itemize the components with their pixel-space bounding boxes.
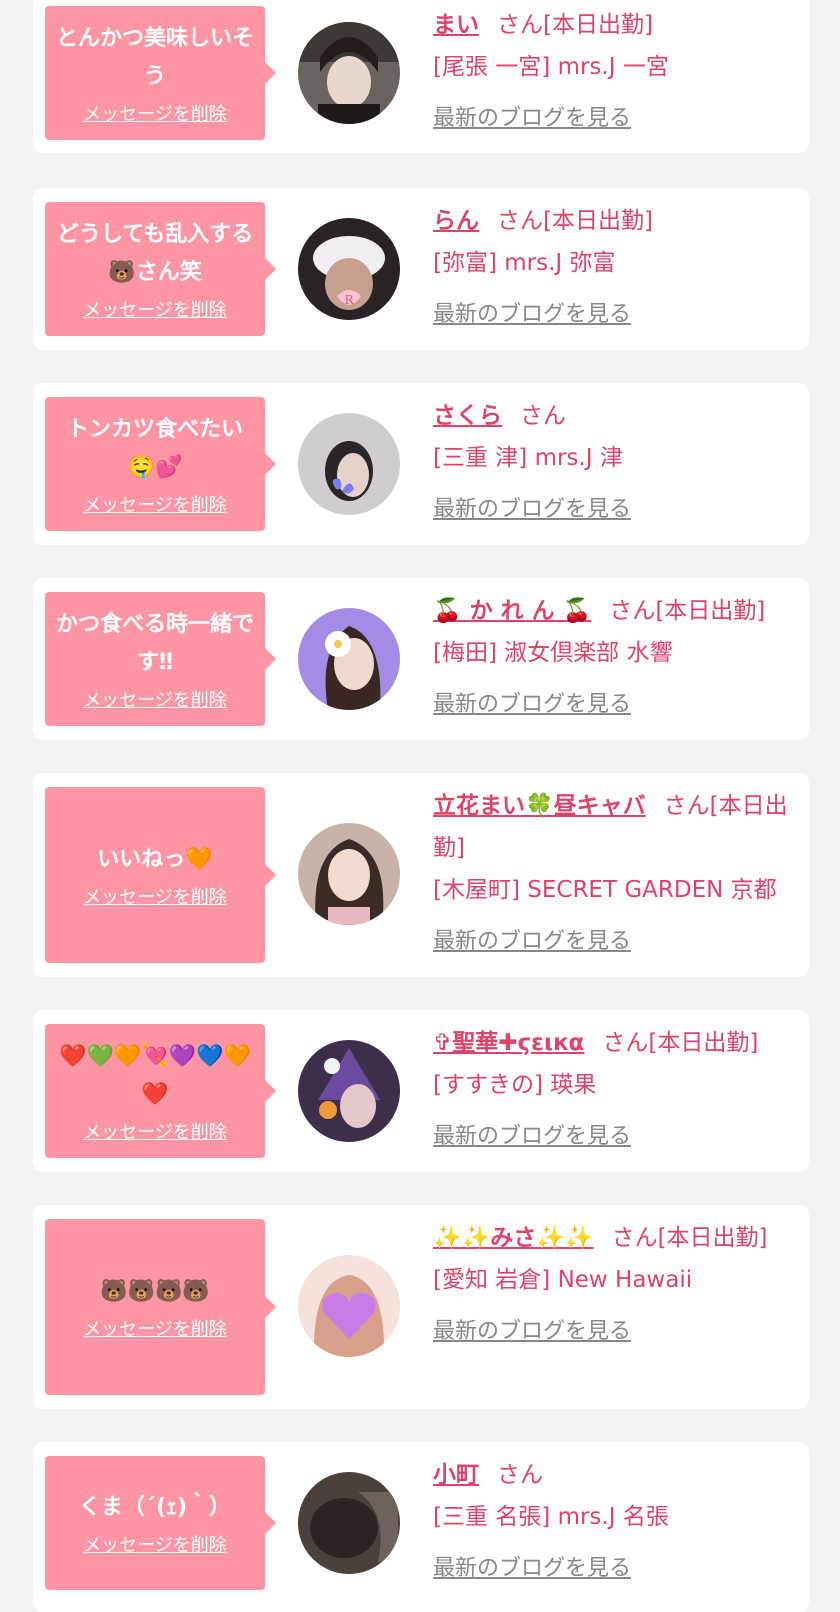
store-info: [三重 名張] mrs.J 名張 [433,1504,669,1530]
message-card: かつ食べる時一緒です‼ メッセージを削除 🍒 か れ ん 🍒 さん[本日出勤] [… [33,578,809,740]
avatar[interactable] [298,1255,400,1357]
honorific-status: さん[本日出勤] [611,1225,768,1251]
message-bubble: 🐻🐻🐻🐻 メッセージを削除 [45,1219,276,1395]
profile-name-link[interactable]: 小町 [433,1462,479,1488]
honorific-status: さん[本日出勤] [602,1030,759,1056]
honorific-status: さん[本日出勤] [609,598,766,624]
honorific-status: さん [497,1462,543,1488]
message-card: くま（´(ｪ)｀） メッセージを削除 小町 さん [三重 名張] mrs.J 名張… [33,1442,809,1612]
profile-name-link[interactable]: 立花まい🍀昼キャバ [433,793,646,819]
profile-info: さくら さん [三重 津] mrs.J 津 最新のブログを見る [433,395,797,531]
message-card: 🐻🐻🐻🐻 メッセージを削除 ✨✨みさ✨✨ さん[本日出勤] [愛知 岩倉] New… [33,1205,809,1409]
honorific-status: さん[本日出勤] [497,208,653,234]
latest-blog-link[interactable]: 最新のブログを見る [433,1548,631,1590]
message-text: とんかつ美味しいそう [55,26,254,89]
avatar[interactable] [298,1472,400,1574]
latest-blog-link[interactable]: 最新のブログを見る [433,684,631,726]
message-card: ❤️💚🧡💘💜💙🧡❤️ メッセージを削除 ✞聖華✚ϛειкα さん[本日出勤] [す… [33,1010,809,1172]
message-bubble: ❤️💚🧡💘💜💙🧡❤️ メッセージを削除 [45,1024,276,1158]
message-bubble: どうしても乱入する🐻さん笑 メッセージを削除 [45,202,276,336]
message-card: どうしても乱入する🐻さん笑 メッセージを削除 R らん さん[本日出勤] [弥富]… [33,188,809,350]
store-info: [尾張 一宮] mrs.J 一宮 [433,54,669,80]
message-text: いいねっ🧡 [97,847,213,872]
message-card: トンカツ食べたい 🤤💕 メッセージを削除 さくら さん [三重 津] mrs.J … [33,383,809,545]
store-info: [愛知 岩倉] New Hawaii [433,1267,693,1293]
profile-info: ✨✨みさ✨✨ さん[本日出勤] [愛知 岩倉] New Hawaii 最新のブログ… [433,1217,797,1353]
delete-message-link[interactable]: メッセージを削除 [83,1315,227,1341]
delete-message-link[interactable]: メッセージを削除 [83,686,227,712]
delete-message-link[interactable]: メッセージを削除 [83,1531,227,1557]
profile-info: 小町 さん [三重 名張] mrs.J 名張 最新のブログを見る [433,1454,797,1590]
latest-blog-link[interactable]: 最新のブログを見る [433,1311,631,1353]
profile-info: らん さん[本日出勤] [弥富] mrs.J 弥富 最新のブログを見る [433,200,797,336]
message-text: かつ食べる時一緒です‼ [55,612,254,675]
latest-blog-link[interactable]: 最新のブログを見る [433,921,631,963]
latest-blog-link[interactable]: 最新のブログを見る [433,489,631,531]
avatar[interactable] [298,608,400,710]
profile-name-link[interactable]: さくら [433,403,502,429]
avatar[interactable] [298,22,400,124]
profile-name-link[interactable]: らん [433,208,479,234]
store-info: [梅田] 淑女倶楽部 水響 [433,640,673,666]
message-card: とんかつ美味しいそう メッセージを削除 まい さん[本日出勤] [尾張 一宮] m… [33,0,809,153]
message-text: トンカツ食べたい 🤤💕 [66,417,243,480]
message-bubble: トンカツ食べたい 🤤💕 メッセージを削除 [45,397,276,531]
store-info: [木屋町] SECRET GARDEN 京都 [433,877,777,903]
delete-message-link[interactable]: メッセージを削除 [83,100,227,126]
profile-name-link[interactable]: ✨✨みさ✨✨ [433,1225,594,1251]
avatar[interactable] [298,413,400,515]
delete-message-link[interactable]: メッセージを削除 [83,883,227,909]
message-bubble: いいねっ🧡 メッセージを削除 [45,787,276,963]
message-card: いいねっ🧡 メッセージを削除 立花まい🍀昼キャバ さん[本日出勤] [木屋町] S… [33,773,809,977]
store-info: [三重 津] mrs.J 津 [433,445,623,471]
latest-blog-link[interactable]: 最新のブログを見る [433,294,631,336]
honorific-status: さん[本日出勤] [497,12,653,38]
delete-message-link[interactable]: メッセージを削除 [83,491,227,517]
profile-name-link[interactable]: 🍒 か れ ん 🍒 [433,598,591,624]
avatar[interactable]: R [298,218,400,320]
delete-message-link[interactable]: メッセージを削除 [83,296,227,322]
honorific-status: さん [520,403,566,429]
avatar[interactable] [298,823,400,925]
store-info: [弥富] mrs.J 弥富 [433,250,616,276]
message-bubble: とんかつ美味しいそう メッセージを削除 [45,6,276,140]
profile-info: ✞聖華✚ϛειкα さん[本日出勤] [すすきの] 瑛果 最新のブログを見る [433,1022,797,1158]
latest-blog-link[interactable]: 最新のブログを見る [433,1116,631,1158]
message-bubble: くま（´(ｪ)｀） メッセージを削除 [45,1456,276,1590]
message-text: 🐻🐻🐻🐻 [100,1279,210,1304]
message-text: ❤️💚🧡💘💜💙🧡❤️ [59,1044,251,1107]
svg-text:R: R [344,293,354,307]
delete-message-link[interactable]: メッセージを削除 [83,1118,227,1144]
message-text: くま（´(ｪ)｀） [78,1495,232,1520]
message-bubble: かつ食べる時一緒です‼ メッセージを削除 [45,592,276,726]
profile-info: 立花まい🍀昼キャバ さん[本日出勤] [木屋町] SECRET GARDEN 京都… [433,785,797,963]
profile-info: 🍒 か れ ん 🍒 さん[本日出勤] [梅田] 淑女倶楽部 水響 最新のブログを見… [433,590,797,726]
avatar[interactable] [298,1040,400,1142]
store-info: [すすきの] 瑛果 [433,1072,597,1098]
profile-name-link[interactable]: ✞聖華✚ϛειкα [433,1030,584,1056]
message-text: どうしても乱入する🐻さん笑 [56,222,254,285]
profile-name-link[interactable]: まい [433,12,479,38]
latest-blog-link[interactable]: 最新のブログを見る [433,98,631,140]
profile-info: まい さん[本日出勤] [尾張 一宮] mrs.J 一宮 最新のブログを見る [433,4,797,140]
